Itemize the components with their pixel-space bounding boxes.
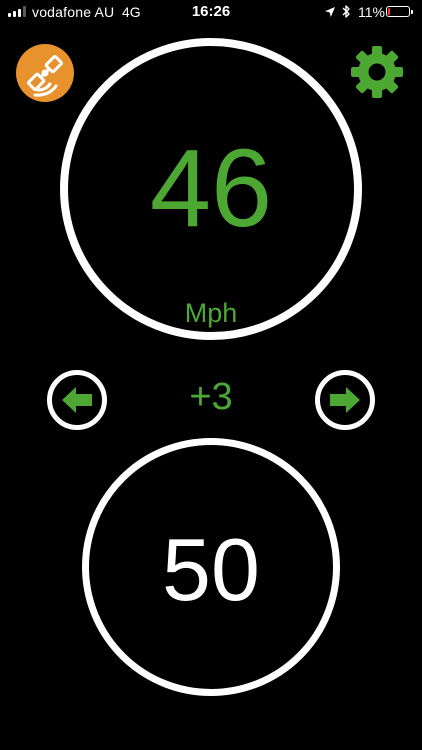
battery-level-fill xyxy=(388,8,390,15)
gear-icon[interactable] xyxy=(348,43,406,101)
speed-limit-value: 50 xyxy=(162,520,260,619)
bluetooth-icon xyxy=(342,5,350,18)
speed-limit-dial[interactable]: 50 xyxy=(82,438,340,696)
current-speed-value: 46 xyxy=(149,127,273,250)
battery-icon xyxy=(386,6,413,17)
status-bar: vodafone AU 4G 16:26 11% xyxy=(0,0,422,24)
speed-offset-value: +3 xyxy=(189,376,233,418)
arrow-left-icon xyxy=(62,387,92,413)
speed-unit-label: Mph xyxy=(184,298,238,328)
location-arrow-icon xyxy=(325,7,335,17)
increase-offset-button[interactable] xyxy=(315,370,375,430)
arrow-right-icon xyxy=(330,387,360,413)
satellite-icon[interactable] xyxy=(16,44,74,102)
current-speed-dial: 46 Mph xyxy=(60,38,362,340)
battery-percent: 11% xyxy=(358,4,385,20)
decrease-offset-button[interactable] xyxy=(47,370,107,430)
